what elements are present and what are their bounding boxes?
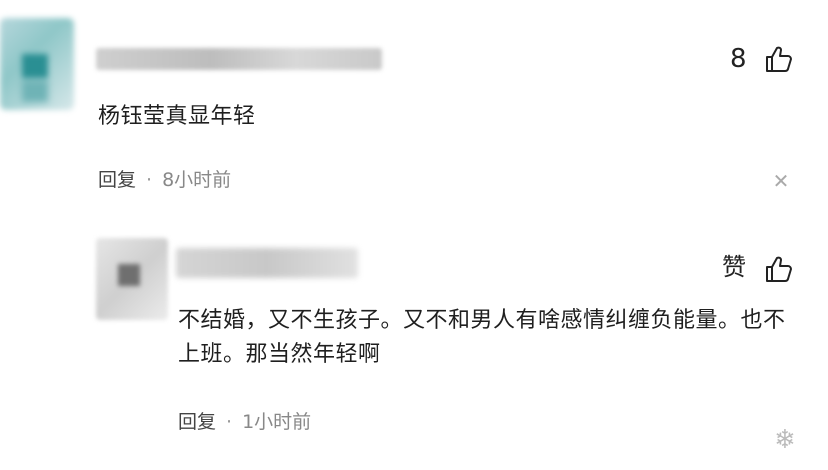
avatar-blur-block [118, 264, 140, 286]
username-blurred[interactable] [176, 248, 358, 278]
comment-meta: 回复 · 8小时前 [98, 166, 231, 194]
timestamp: 1小时前 [242, 411, 312, 433]
thumbs-up-icon[interactable] [764, 254, 794, 284]
timestamp: 8小时前 [162, 169, 232, 191]
avatar-blur-block [22, 80, 48, 102]
username-blurred[interactable] [96, 48, 382, 70]
like-count: 8 [730, 44, 747, 74]
avatar[interactable] [0, 18, 74, 110]
watermark-icon: ❄ [774, 425, 796, 455]
thumbs-up-icon[interactable] [764, 44, 794, 74]
comment-text: 杨钰莹真显年轻 [98, 104, 256, 129]
separator: · [146, 169, 153, 191]
reply-text: 不结婚，又不生孩子。又不和男人有啥感情纠缠负能量。也不上班。那当然年轻啊 [178, 308, 786, 367]
like-label: 赞 [722, 253, 746, 281]
reply-button[interactable]: 回复 [178, 411, 216, 433]
separator: · [226, 411, 233, 433]
close-icon[interactable]: ✕ [770, 170, 792, 192]
reply-button[interactable]: 回复 [98, 169, 136, 191]
avatar[interactable] [96, 238, 168, 320]
avatar-blur-block [22, 54, 48, 78]
reply-meta: 回复 · 1小时前 [178, 408, 311, 436]
